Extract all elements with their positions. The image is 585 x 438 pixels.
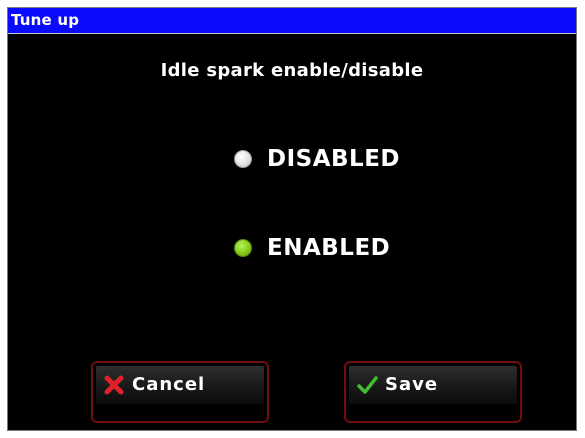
option-disabled-label: DISABLED — [267, 146, 401, 172]
save-button[interactable]: Save — [344, 361, 522, 423]
checkmark-icon — [357, 376, 378, 394]
save-button-label: Save — [385, 374, 439, 395]
tune-up-window: Tune up Idle spark enable/disable DISABL… — [7, 7, 577, 431]
option-enabled-label: ENABLED — [267, 235, 391, 261]
x-icon — [104, 375, 124, 395]
cancel-button[interactable]: Cancel — [91, 361, 269, 423]
cancel-button-face[interactable]: Cancel — [96, 366, 264, 404]
window-title: Tune up — [11, 11, 80, 29]
save-button-face[interactable]: Save — [349, 366, 517, 404]
radio-selected-icon[interactable] — [234, 239, 252, 257]
radio-unselected-icon[interactable] — [234, 150, 252, 168]
title-bar: Tune up — [8, 8, 576, 34]
option-enabled[interactable]: ENABLED — [234, 233, 390, 263]
dialog-heading: Idle spark enable/disable — [160, 60, 424, 81]
option-disabled[interactable]: DISABLED — [234, 144, 400, 174]
cancel-button-label: Cancel — [132, 374, 206, 395]
